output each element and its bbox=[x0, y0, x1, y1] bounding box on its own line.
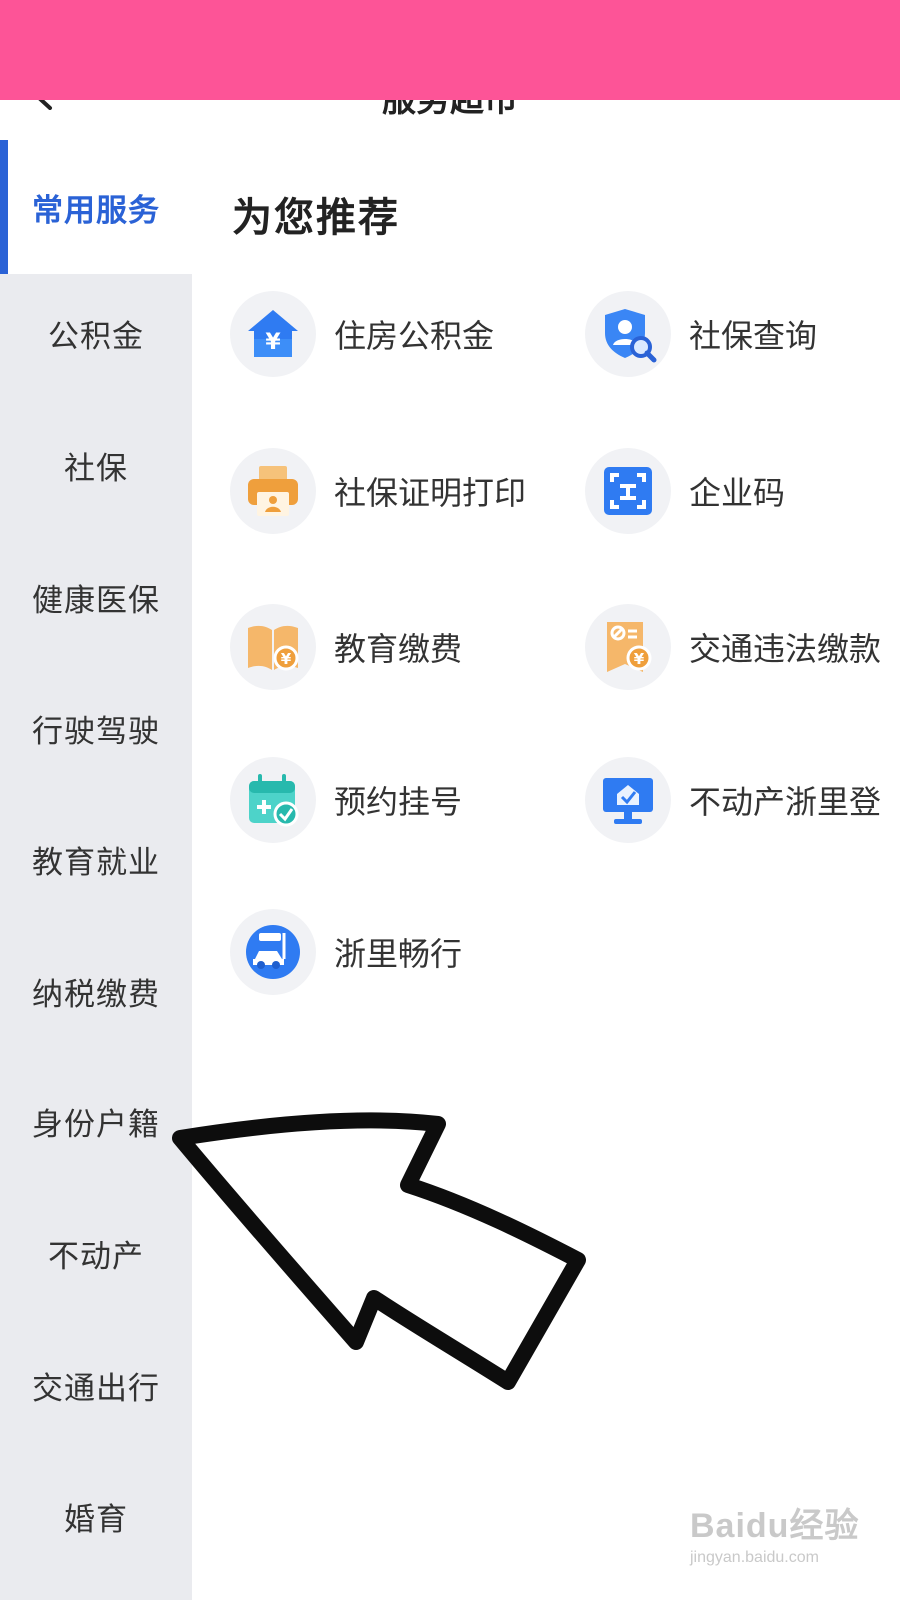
sidebar-item-tax-payment[interactable]: 纳税缴费 bbox=[0, 924, 192, 1058]
book-yuan-icon: ¥ bbox=[230, 604, 316, 690]
shield-person-search-icon bbox=[585, 291, 671, 377]
calendar-plus-icon bbox=[230, 757, 316, 843]
sidebar-item-health-insurance[interactable]: 健康医保 bbox=[0, 530, 192, 664]
house-yuan-icon: ¥ bbox=[230, 291, 316, 377]
sidebar-item-education-employment[interactable]: 教育就业 bbox=[0, 792, 192, 926]
section-title: 为您推荐 bbox=[232, 195, 400, 241]
service-housing-fund[interactable]: ¥ 住房公积金 bbox=[230, 290, 494, 378]
svg-text:¥: ¥ bbox=[634, 650, 645, 668]
service-education-fee[interactable]: ¥ 教育缴费 bbox=[230, 603, 462, 691]
pink-cover-bar bbox=[0, 0, 900, 100]
pointer-arrow-icon bbox=[172, 1112, 586, 1390]
sidebar-item-real-estate[interactable]: 不动产 bbox=[0, 1186, 192, 1320]
scan-code-icon bbox=[585, 448, 671, 534]
service-enterprise-code[interactable]: 企业码 bbox=[585, 447, 785, 535]
monitor-house-icon bbox=[585, 757, 671, 843]
sidebar-item-driving[interactable]: 行驶驾驶 bbox=[0, 661, 192, 795]
service-appointment-registration[interactable]: 预约挂号 bbox=[230, 756, 462, 844]
sidebar-item-common-services[interactable]: 常用服务 bbox=[0, 140, 192, 274]
sidebar-item-identity-household[interactable]: 身份户籍 bbox=[0, 1054, 192, 1188]
service-real-estate-registration[interactable]: 不动产浙里登 bbox=[585, 756, 881, 844]
service-zheli-mobility[interactable]: 浙里畅行 bbox=[230, 908, 462, 996]
printer-icon bbox=[230, 448, 316, 534]
service-traffic-violation-payment[interactable]: ¥ 交通违法缴款 bbox=[585, 603, 881, 691]
sidebar-item-housing-fund[interactable]: 公积金 bbox=[0, 266, 192, 400]
ticket-yuan-icon: ¥ bbox=[585, 604, 671, 690]
service-social-security-query[interactable]: 社保查询 bbox=[585, 290, 817, 378]
sidebar-item-marriage-childbirth[interactable]: 婚育 bbox=[0, 1449, 192, 1583]
car-icon bbox=[230, 909, 316, 995]
svg-text:¥: ¥ bbox=[281, 650, 292, 668]
sidebar-item-social-security[interactable]: 社保 bbox=[0, 398, 192, 532]
category-sidebar: 常用服务 公积金 社保 健康医保 行驶驾驶 教育就业 纳税缴费 身份户籍 不动产… bbox=[0, 140, 192, 1600]
svg-text:¥: ¥ bbox=[265, 330, 281, 355]
sidebar-item-transportation[interactable]: 交通出行 bbox=[0, 1318, 192, 1452]
service-social-security-certificate-print[interactable]: 社保证明打印 bbox=[230, 447, 526, 535]
baidu-jingyan-watermark: Baidu经验 jingyan.baidu.com bbox=[690, 1507, 860, 1566]
